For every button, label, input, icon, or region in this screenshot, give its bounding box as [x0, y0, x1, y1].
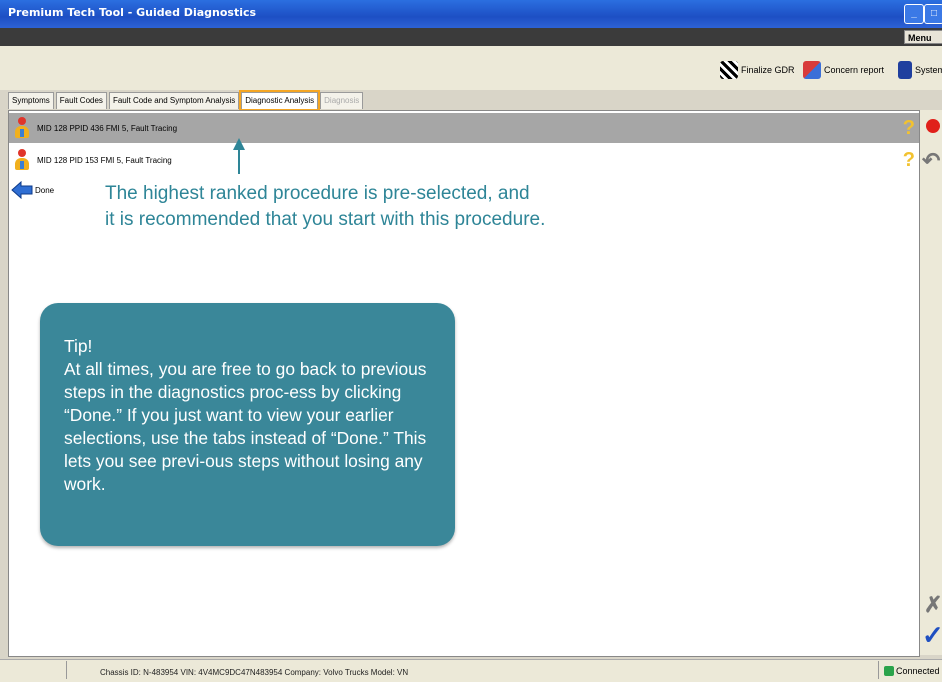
procedure-label: MID 128 PPID 436 FMI 5, Fault Tracing	[37, 123, 178, 133]
undo-icon[interactable]: ↶	[922, 148, 940, 174]
report-icon	[803, 61, 821, 79]
callout-line-2: it is recommended that you start with th…	[105, 209, 546, 230]
status-divider	[878, 661, 879, 679]
technician-icon	[13, 117, 31, 139]
back-arrow-icon	[11, 181, 33, 199]
tab-symptoms[interactable]: Symptoms	[8, 92, 54, 109]
tab-strip: Symptoms Fault Codes Fault Code and Symp…	[8, 90, 365, 111]
help-icon[interactable]: ?	[903, 149, 915, 172]
stop-icon[interactable]	[926, 119, 940, 133]
concern-report-button[interactable]: Concern report	[803, 60, 884, 80]
help-icon[interactable]: ?	[903, 117, 915, 140]
tab-diagnostic-analysis[interactable]: Diagnostic Analysis	[239, 90, 321, 111]
system-button[interactable]: System	[898, 60, 942, 80]
annotation-arrow-shaft	[238, 148, 240, 174]
cancel-icon[interactable]: ✗	[924, 592, 942, 618]
callout-line-1: The highest ranked procedure is pre-sele…	[105, 183, 530, 204]
book-icon	[898, 61, 912, 79]
concern-report-label: Concern report	[824, 65, 885, 75]
menu-strip	[0, 28, 942, 46]
connection-icon	[884, 666, 894, 676]
tab-fault-codes[interactable]: Fault Codes	[55, 92, 107, 109]
window-title: Premium Tech Tool - Guided Diagnostics	[8, 6, 257, 19]
connection-label: Connected	[896, 666, 940, 676]
side-toolbar	[920, 110, 942, 655]
confirm-icon[interactable]: ✓	[922, 620, 942, 651]
title-bar: Premium Tech Tool - Guided Diagnostics _…	[0, 0, 942, 28]
finalize-gdr-button[interactable]: Finalize GDR	[720, 60, 795, 80]
maximize-button[interactable]: □	[924, 4, 942, 24]
list-item[interactable]: MID 128 PID 153 FMI 5, Fault Tracing ?	[9, 145, 919, 175]
connection-status: Connected	[884, 666, 940, 676]
menu-button[interactable]: Menu	[904, 30, 942, 44]
system-label: System	[915, 65, 942, 75]
list-item[interactable]: MID 128 PPID 436 FMI 5, Fault Tracing ?	[9, 113, 919, 143]
vehicle-info: Chassis ID: N-483954 VIN: 4V4MC9DC47N483…	[100, 668, 409, 677]
technician-icon	[13, 149, 31, 171]
tab-diagnosis[interactable]: Diagnosis	[320, 92, 364, 109]
tab-fault-code-symptom-analysis[interactable]: Fault Code and Symptom Analysis	[108, 92, 240, 109]
finalize-gdr-label: Finalize GDR	[741, 65, 795, 75]
tip-body: At all times, you are free to go back to…	[64, 359, 427, 494]
checkered-flag-icon	[720, 61, 738, 79]
procedure-label: MID 128 PID 153 FMI 5, Fault Tracing	[37, 155, 172, 165]
minimize-button[interactable]: _	[904, 4, 924, 24]
toolbar	[0, 46, 942, 90]
done-label: Done	[35, 185, 55, 195]
tip-title: Tip!	[64, 336, 93, 356]
callout-text: The highest ranked procedure is pre-sele…	[105, 181, 585, 233]
status-divider	[66, 661, 67, 679]
tip-box: Tip! At all times, you are free to go ba…	[40, 303, 455, 546]
